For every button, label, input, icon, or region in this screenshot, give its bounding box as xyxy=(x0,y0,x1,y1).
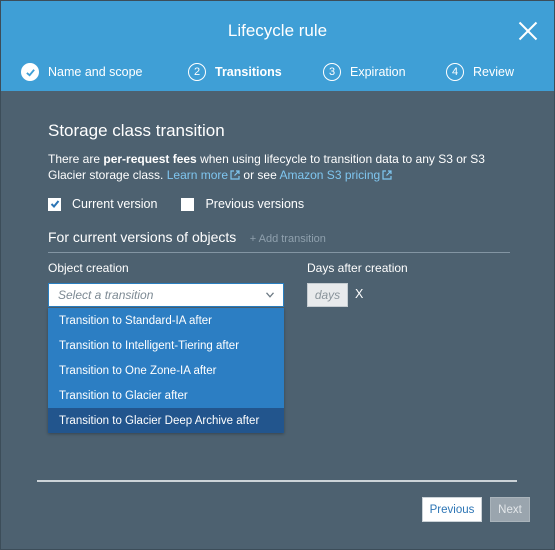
next-button[interactable]: Next xyxy=(490,497,530,522)
divider xyxy=(48,252,510,253)
storage-class-section: Storage class transition There are per-r… xyxy=(48,121,510,211)
close-icon[interactable] xyxy=(518,21,538,41)
step-label: Review xyxy=(473,65,514,79)
select-placeholder: Select a transition xyxy=(58,288,154,302)
option-intelligent-tiering[interactable]: Transition to Intelligent-Tiering after xyxy=(48,333,284,358)
chevron-down-icon xyxy=(266,292,274,298)
step-expiration[interactable]: 3 Expiration xyxy=(323,63,406,81)
external-link-icon xyxy=(230,170,240,180)
fees-description: There are per-request fees when using li… xyxy=(48,152,485,182)
step-number: 2 xyxy=(188,63,206,81)
dialog-title: Lifecycle rule xyxy=(227,21,328,40)
object-creation-label: Object creation xyxy=(48,261,129,275)
subsection-title: For current versions of objects xyxy=(48,229,237,245)
checkbox-unchecked-icon[interactable] xyxy=(181,197,195,211)
step-label: Name and scope xyxy=(48,65,143,79)
step-label: Expiration xyxy=(350,65,406,79)
previous-versions-checkbox[interactable]: Previous versions xyxy=(181,197,304,211)
footer-divider xyxy=(37,480,517,482)
days-after-creation-label: Days after creation xyxy=(307,261,408,275)
s3-pricing-link[interactable]: Amazon S3 pricing xyxy=(279,168,392,182)
option-glacier[interactable]: Transition to Glacier after xyxy=(48,383,284,408)
learn-more-link[interactable]: Learn more xyxy=(167,168,240,182)
step-review[interactable]: 4 Review xyxy=(446,63,514,81)
checkbox-checked-icon[interactable] xyxy=(48,197,61,211)
step-number: 3 xyxy=(323,63,341,81)
option-glacier-deep-archive[interactable]: Transition to Glacier Deep Archive after xyxy=(48,408,284,433)
previous-button[interactable]: Previous xyxy=(422,497,482,522)
check-circle-icon xyxy=(21,63,39,81)
remove-transition-button[interactable]: X xyxy=(355,287,363,301)
transition-select[interactable]: Select a transition xyxy=(48,283,284,307)
dialog-header: Lifecycle rule Name and scope 2 Transiti… xyxy=(1,1,554,91)
version-checkboxes: Current version Previous versions xyxy=(48,197,510,211)
option-standard-ia[interactable]: Transition to Standard-IA after xyxy=(48,308,284,333)
step-number: 4 xyxy=(446,63,464,81)
step-name-and-scope[interactable]: Name and scope xyxy=(21,63,143,81)
option-one-zone-ia[interactable]: Transition to One Zone-IA after xyxy=(48,358,284,383)
step-label: Transitions xyxy=(215,65,282,79)
current-version-checkbox[interactable]: Current version xyxy=(48,197,157,211)
previous-versions-label: Previous versions xyxy=(205,197,305,211)
transition-dropdown-menu: Transition to Standard-IA after Transiti… xyxy=(48,308,284,433)
days-input[interactable]: days xyxy=(307,283,348,307)
current-version-label: Current version xyxy=(72,197,158,211)
lifecycle-rule-dialog: Lifecycle rule Name and scope 2 Transiti… xyxy=(0,0,555,550)
step-transitions[interactable]: 2 Transitions xyxy=(188,63,282,81)
current-versions-subsection: For current versions of objects + Add tr… xyxy=(48,229,510,247)
add-transition-button[interactable]: + Add transition xyxy=(250,233,326,245)
external-link-icon xyxy=(382,170,392,180)
section-title: Storage class transition xyxy=(48,121,225,140)
